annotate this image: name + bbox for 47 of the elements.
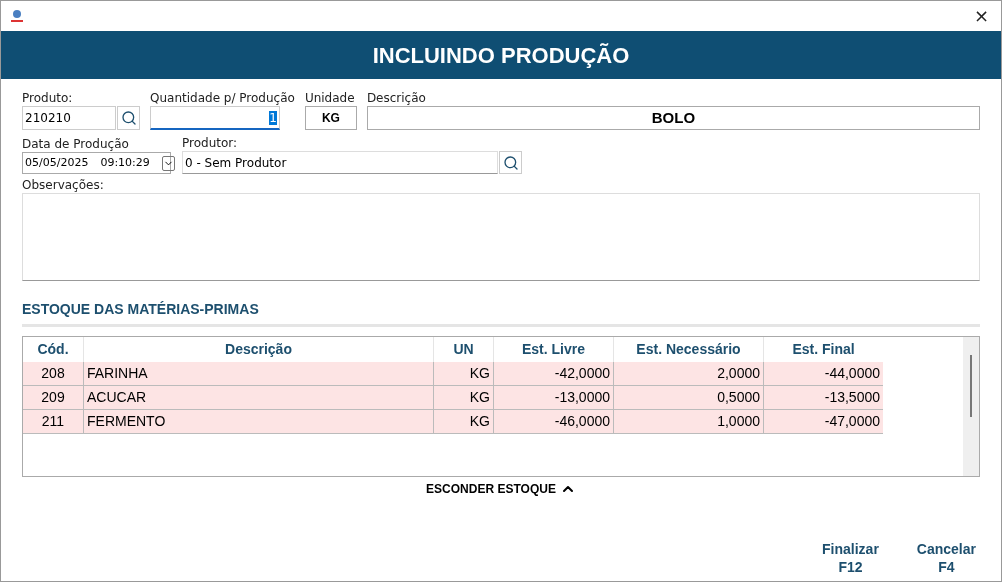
scrollbar[interactable] [963,337,979,476]
field-label: Data de Produção [22,137,130,151]
quantity-field[interactable]: 1 [150,106,280,130]
column-header[interactable]: Cód. [23,337,83,362]
time-value: 09:10:29 [100,154,150,171]
app-logo-icon [9,8,25,24]
dropdown-icon[interactable] [161,155,175,171]
table-cell: -46,0000 [493,410,613,433]
field-label: Observações: [22,178,105,192]
field-label: Quantidade p/ Produção [150,91,295,105]
section-title: ESTOQUE DAS MATÉRIAS-PRIMAS [22,301,259,317]
field-label: Unidade [304,91,356,105]
action-button[interactable]: Finalizar F12 [822,540,879,576]
description-field: BOLO [366,106,980,130]
toggle-stock-button[interactable]: ESCONDER ESTOQUE [426,480,576,498]
table-cell-text: 208 [40,364,66,383]
table-cell: -13,5000 [763,386,883,409]
field-label: Produto: [22,91,74,105]
field-label: Descrição [366,91,427,105]
search-icon [120,110,137,126]
header-title: INCLUINDO PRODUÇÃO [372,41,630,70]
search-button[interactable] [499,151,522,174]
action-button[interactable]: Cancelar F4 [916,540,976,576]
table-cell: ACUCAR [83,386,433,409]
table-cell: -47,0000 [763,410,883,433]
date-value: 05/05/2025 [25,154,89,171]
table-cell: 0,5000 [613,386,763,409]
table-cell: 1,0000 [613,410,763,433]
table-cell: -42,0000 [493,362,613,385]
notes-field[interactable] [22,193,980,281]
table-cell: -44,0000 [763,362,883,385]
table-cell: 2,0000 [613,362,763,385]
search-button[interactable] [117,106,140,130]
table-cell-text: 209 [40,388,66,407]
table-cell: -13,0000 [493,386,613,409]
producer-field[interactable]: 0 - Sem Produtor [182,151,498,174]
table-cell: KG [433,362,493,385]
table-cell: FARINHA [83,362,433,385]
product-code-field[interactable]: 210210 [22,106,116,130]
table-cell: KG [433,386,493,409]
table-cell: KG [433,410,493,433]
table-cell-text: 211 [40,412,66,431]
field-label: Produtor: [182,136,239,150]
table-cell: FERMENTO [83,410,433,433]
unit-field: KG [304,106,357,130]
search-icon [502,154,519,171]
close-button[interactable]: × [969,7,993,25]
